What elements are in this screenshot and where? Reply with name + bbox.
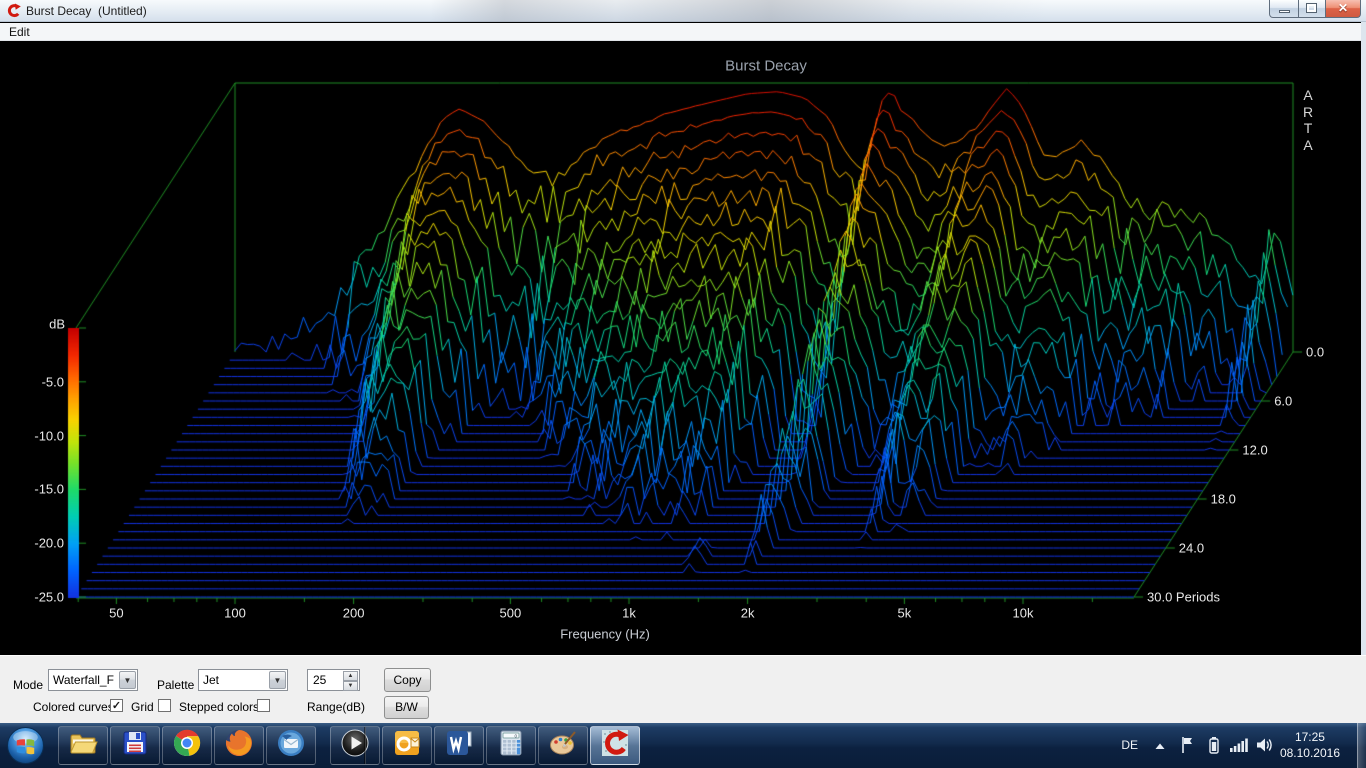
taskbar-item-calculator[interactable]: 0 (486, 726, 536, 765)
mode-value: Waterfall_F (53, 673, 114, 687)
palette-dropdown[interactable]: Jet ▼ (198, 669, 288, 691)
range-value: 25 (313, 673, 326, 687)
tray-date: 08.10.2016 (1280, 745, 1340, 761)
mode-label: Mode (13, 678, 43, 692)
palette-label: Palette (157, 678, 194, 692)
window-title: Burst Decay (Untitled) (26, 4, 147, 18)
taskbar-item-media-player[interactable] (330, 726, 380, 765)
calculator-icon: 0 (496, 728, 526, 763)
taskbar-item-firefox[interactable] (214, 726, 264, 765)
minimize-button[interactable] (1269, 0, 1299, 18)
arta-icon (600, 728, 630, 763)
freq-tick-label: 500 (500, 606, 522, 621)
taskbar-item-explorer[interactable] (58, 726, 108, 765)
taskbar-item-save-floppy[interactable] (110, 726, 160, 765)
menu-bar: Edit (0, 23, 1366, 41)
taskbar-item-thunderbird[interactable] (266, 726, 316, 765)
title-bar[interactable]: Burst Decay (Untitled) ✕ (0, 0, 1366, 22)
chevron-down-icon[interactable]: ▼ (269, 671, 286, 689)
clock[interactable]: 17:25 08.10.2016 (1280, 729, 1340, 761)
save-floppy-icon (120, 728, 150, 763)
freq-tick-label: 100 (224, 606, 246, 621)
menu-edit[interactable]: Edit (0, 23, 39, 41)
battery-icon[interactable] (1208, 736, 1220, 754)
db-tick-label: -15.0 (34, 482, 64, 497)
arta-burst-decay-window: Burst Decay (Untitled) ✕ Edit Burst Deca… (0, 0, 1366, 768)
period-tick-label: 24.0 (1179, 541, 1204, 556)
spinner-down-icon[interactable]: ▼ (343, 681, 358, 691)
grid-checkbox[interactable] (158, 699, 171, 712)
windows-start-icon (6, 726, 45, 765)
db-axis-label: dB (49, 317, 65, 332)
network-signal-icon[interactable] (1230, 738, 1248, 752)
chevron-down-icon[interactable]: ▼ (119, 671, 136, 689)
range-spinner[interactable]: 25 ▲ ▼ (307, 669, 360, 691)
copy-button[interactable]: Copy (384, 668, 431, 692)
window-frame-edge (1361, 22, 1366, 655)
show-desktop-button[interactable] (1357, 723, 1366, 768)
period-tick-label: 0.0 (1306, 345, 1324, 360)
arta-watermark: A R T A (1303, 87, 1313, 153)
db-tick-label: -25.0 (34, 590, 64, 605)
burst-decay-plot: Burst Decay A R T A dB -5.0 -10.0 -15.0 -20.0 -… (0, 41, 1366, 655)
taskbar-item-arta[interactable] (590, 726, 640, 765)
freq-tick-label: 50 (109, 606, 123, 621)
taskbar-item-word[interactable] (434, 726, 484, 765)
paint-icon (548, 728, 578, 763)
freq-tick-label: 10k (1013, 606, 1034, 621)
close-icon: ✕ (1326, 1, 1360, 15)
thunderbird-icon (276, 728, 306, 763)
show-hidden-icons-arrow-icon[interactable] (1154, 741, 1166, 751)
spinner-up-icon[interactable]: ▲ (343, 671, 358, 681)
chrome-icon (172, 728, 202, 763)
waterfall-canvas (0, 41, 1366, 655)
db-tick-label: -5.0 (42, 374, 64, 389)
palette-value: Jet (203, 673, 219, 687)
action-center-flag-icon[interactable] (1180, 736, 1194, 754)
freq-tick-label: 200 (343, 606, 365, 621)
word-icon (444, 728, 474, 763)
mode-dropdown[interactable]: Waterfall_F ▼ (48, 669, 138, 691)
start-button[interactable] (6, 726, 45, 765)
db-tick-label: -10.0 (34, 428, 64, 443)
freq-tick-label: 1k (622, 606, 636, 621)
freq-tick-label: 5k (898, 606, 912, 621)
tray-time: 17:25 (1280, 729, 1340, 745)
range-db-label: Range(dB) (307, 700, 365, 714)
explorer-icon (68, 728, 98, 763)
minimize-icon (1279, 10, 1290, 13)
aero-glass-reflection (430, 0, 1050, 22)
stepped-colors-label: Stepped colors (179, 700, 259, 714)
period-tick-label: 30.0 Periods (1147, 590, 1220, 605)
taskbar-item-paint[interactable] (538, 726, 588, 765)
language-indicator[interactable]: DE (1121, 738, 1138, 752)
period-tick-label: 12.0 (1242, 443, 1267, 458)
maximize-button[interactable] (1298, 0, 1326, 18)
close-button[interactable]: ✕ (1325, 0, 1361, 18)
colored-curves-checkbox[interactable] (110, 699, 123, 712)
taskbar-item-chrome[interactable] (162, 726, 212, 765)
period-tick-label: 6.0 (1274, 394, 1292, 409)
period-tick-label: 18.0 (1211, 492, 1236, 507)
db-tick-label: -20.0 (34, 536, 64, 551)
taskbar: 0 DE (0, 723, 1366, 768)
bw-button[interactable]: B/W (384, 696, 429, 719)
freq-tick-label: 2k (741, 606, 755, 621)
control-panel: Mode Waterfall_F ▼ Palette Jet ▼ 25 ▲ ▼ … (0, 655, 1366, 723)
colored-curves-label: Colored curves (33, 700, 114, 714)
chart-title: Burst Decay (725, 58, 807, 75)
taskbar-item-outlook[interactable] (382, 726, 432, 765)
arta-app-icon (6, 3, 21, 18)
firefox-icon (224, 728, 254, 763)
grid-label: Grid (131, 700, 154, 714)
stepped-colors-checkbox[interactable] (257, 699, 270, 712)
maximize-icon (1307, 4, 1316, 12)
taskbar-separator (364, 727, 366, 764)
freq-axis-label: Frequency (Hz) (560, 627, 650, 642)
volume-speaker-icon[interactable] (1256, 737, 1274, 753)
outlook-icon (392, 728, 422, 763)
